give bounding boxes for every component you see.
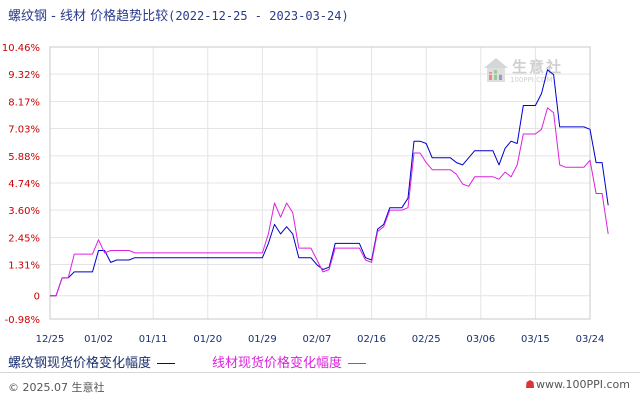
y-tick-label: 4.74% <box>8 179 40 190</box>
legend-item-wire-rod: 线材现货价格变化幅度 <box>212 352 367 371</box>
y-tick-label: 3.60% <box>8 206 40 217</box>
site-logo-icon: ☗ <box>525 378 535 391</box>
y-tick-label: 7.03% <box>8 125 40 136</box>
footer-site: ☗www.100PPI.com <box>524 378 630 391</box>
x-tick-label: 12/25 <box>36 334 65 345</box>
line-chart: 10.46% 9.32% 8.17% 7.03% 5.88% 4.74% 3.60% 2.45… <box>2 43 609 345</box>
y-tick-label: 5.88% <box>8 152 40 163</box>
footer-divider <box>0 372 640 373</box>
x-tick-label: 03/24 <box>576 334 605 345</box>
x-tick-label: 01/11 <box>139 334 168 345</box>
y-tick-label: 10.46% <box>2 43 40 54</box>
y-tick-label: 0 <box>34 292 40 303</box>
x-tick-label: 01/20 <box>193 334 222 345</box>
x-tick-label: 03/15 <box>521 334 550 345</box>
x-tick-label: 02/16 <box>357 334 386 345</box>
y-tick-labels: 10.46% 9.32% 8.17% 7.03% 5.88% 4.74% 3.60% 2.45… <box>2 43 40 326</box>
y-tick-label: 9.32% <box>8 70 40 81</box>
footer-site-url[interactable]: www.100PPI.com <box>536 378 630 391</box>
x-tick-labels: 12/25 01/02 01/11 01/20 01/29 02/07 02/16 02/25… <box>36 334 605 345</box>
y-tick-label: 8.17% <box>8 97 40 108</box>
x-tick-label: 03/06 <box>466 334 495 345</box>
footer: © 2025.07 生意社 ☗www.100PPI.com <box>0 372 640 400</box>
y-tick-label: -0.98% <box>5 315 40 326</box>
legend-swatch-rebar <box>157 363 176 364</box>
legend-label-rebar: 螺纹钢现货价格变化幅度 <box>8 356 152 371</box>
y-tick-label: 1.31% <box>8 261 40 272</box>
legend-item-rebar: 螺纹钢现货价格变化幅度 <box>8 352 176 371</box>
x-tick-label: 02/25 <box>412 334 441 345</box>
legend-swatch-wire-rod <box>348 363 367 364</box>
footer-copyright: © 2025.07 生意社 <box>8 381 105 394</box>
grid <box>49 46 591 320</box>
x-tick-label: 01/29 <box>248 334 277 345</box>
y-tick-label: 2.45% <box>8 233 40 244</box>
legend-label-wire-rod: 线材现货价格变化幅度 <box>212 356 343 371</box>
x-tick-label: 02/07 <box>303 334 332 345</box>
x-tick-label: 01/02 <box>84 334 113 345</box>
